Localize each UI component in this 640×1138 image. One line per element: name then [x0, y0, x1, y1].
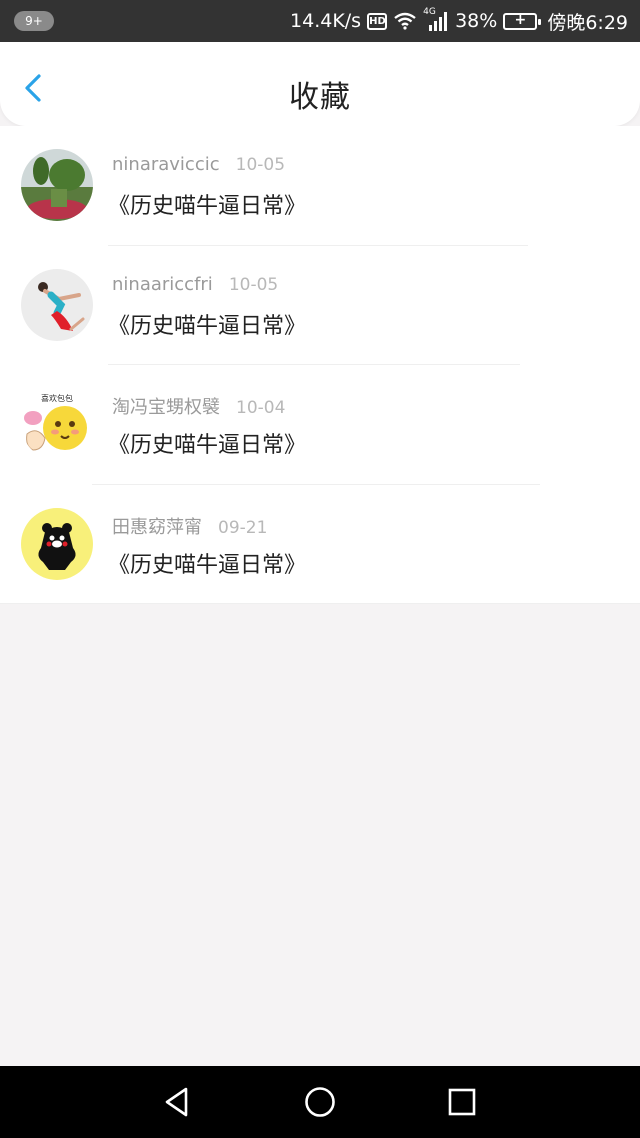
- bear-avatar-image: [21, 507, 93, 580]
- recents-square-icon[interactable]: [444, 1084, 480, 1120]
- wifi-icon: [394, 12, 416, 30]
- list-item[interactable]: ninaariccfri 10-05 《历史喵牛逼日常》: [0, 246, 640, 365]
- status-bar: 9+ 14.4K/s HD 4G 38% + 傍晚6:29: [0, 0, 640, 42]
- timestamp: 10-04: [236, 398, 286, 418]
- username[interactable]: ninaraviccic: [112, 154, 220, 175]
- network-speed: 14.4K/s: [290, 10, 362, 32]
- avatar[interactable]: [21, 149, 93, 221]
- post-title[interactable]: 《历史喵牛逼日常》: [108, 547, 306, 579]
- item-meta: 淘冯宝甥权襞 10-04: [112, 393, 285, 419]
- dancer-avatar-image: [21, 268, 93, 341]
- home-circle-icon[interactable]: [302, 1084, 338, 1120]
- back-triangle-icon[interactable]: [160, 1084, 196, 1120]
- app-header: 收藏: [0, 42, 640, 126]
- garden-avatar-image: [21, 149, 93, 221]
- clock: 傍晚6:29: [547, 11, 628, 34]
- status-right: 14.4K/s HD 4G 38% + 傍晚6:29: [290, 0, 628, 42]
- battery-percent: 38%: [455, 10, 498, 32]
- notification-badge: 9+: [14, 11, 54, 31]
- network-type: 4G: [423, 7, 436, 17]
- list-item[interactable]: 喜欢包包 淘冯宝甥权襞 10-04 《历史喵牛逼日常》: [0, 365, 640, 485]
- list-item[interactable]: 田惠窈萍甯 09-21 《历史喵牛逼日常》: [0, 485, 640, 604]
- timestamp: 09-21: [218, 517, 268, 538]
- navigation-bar: [0, 1066, 640, 1138]
- avatar[interactable]: [21, 268, 93, 341]
- timestamp: 10-05: [228, 274, 279, 295]
- emoji-avatar-image: 喜欢包包: [21, 388, 93, 460]
- item-meta: ninaariccfri 10-05: [112, 274, 278, 295]
- item-meta: 田惠窈萍甯 09-21: [112, 513, 267, 539]
- item-meta: ninaraviccic 10-05: [112, 154, 285, 175]
- hd-icon: HD: [367, 12, 388, 30]
- username[interactable]: ninaariccfri: [112, 274, 213, 295]
- battery-icon: +: [503, 12, 542, 30]
- post-title[interactable]: 《历史喵牛逼日常》: [108, 188, 306, 220]
- username[interactable]: 淘冯宝甥权襞: [112, 397, 220, 418]
- favorites-list: ninaraviccic 10-05 《历史喵牛逼日常》 ninaariccfri…: [0, 126, 640, 604]
- avatar-caption: 喜欢包包: [41, 393, 73, 403]
- avatar[interactable]: 喜欢包包: [21, 388, 93, 460]
- list-item[interactable]: ninaraviccic 10-05 《历史喵牛逼日常》: [0, 126, 640, 246]
- post-title[interactable]: 《历史喵牛逼日常》: [108, 308, 306, 340]
- page-title: 收藏: [289, 80, 351, 115]
- post-title[interactable]: 《历史喵牛逼日常》: [108, 427, 306, 459]
- cell-signal: 4G: [423, 7, 449, 32]
- timestamp: 10-05: [235, 155, 286, 175]
- username[interactable]: 田惠窈萍甯: [112, 517, 202, 538]
- divider: [0, 603, 640, 604]
- avatar[interactable]: [21, 507, 93, 580]
